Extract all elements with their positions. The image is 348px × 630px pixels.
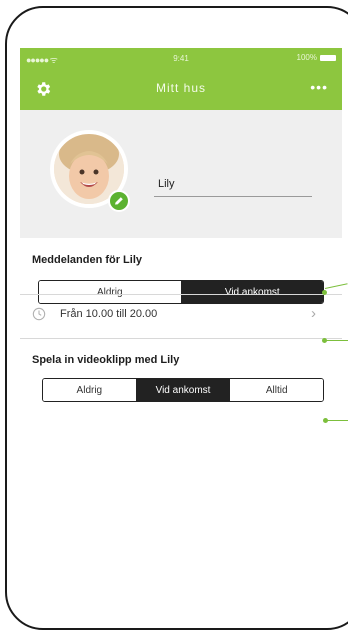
status-time: 9:41 <box>173 54 189 63</box>
name-field[interactable]: Lily <box>154 175 312 197</box>
video-title: Spela in videoklipp med Lily <box>32 354 180 366</box>
edit-avatar-button[interactable] <box>108 190 130 212</box>
callout-dot <box>322 290 327 295</box>
callout-line <box>327 420 348 421</box>
battery-status: 100% <box>297 53 336 62</box>
callout-line <box>326 340 348 341</box>
pencil-icon <box>115 197 123 205</box>
schedule-row[interactable]: Från 10.00 till 20.00 › <box>20 294 342 336</box>
page-title: Mitt hus <box>155 81 206 95</box>
video-option-on-arrival[interactable]: Vid ankomst <box>135 379 230 401</box>
chevron-right-icon: › <box>311 305 316 322</box>
battery-percent: 100% <box>296 53 317 62</box>
schedule-label: Från 10.00 till 20.00 <box>60 308 158 320</box>
nav-bar: Mitt hus ••• <box>20 70 342 110</box>
more-menu-button[interactable]: ••• <box>310 79 328 95</box>
video-segment: Aldrig Vid ankomst Alltid <box>42 378 324 402</box>
notifications-title: Meddelanden för Lily <box>32 254 143 266</box>
battery-icon <box>320 54 336 61</box>
divider <box>20 338 342 339</box>
status-bar: ●●●●● ᯤ 9:41 100% <box>20 48 342 70</box>
profile-section: Lily <box>20 110 342 238</box>
clock-icon <box>32 307 46 321</box>
video-option-always[interactable]: Alltid <box>229 379 323 401</box>
video-option-never[interactable]: Aldrig <box>43 379 136 401</box>
app-screen: ●●●●● ᯤ 9:41 100% Mitt hus ••• Lily Medd… <box>20 48 342 588</box>
header-bar: ●●●●● ᯤ 9:41 100% Mitt hus ••• <box>20 48 342 110</box>
